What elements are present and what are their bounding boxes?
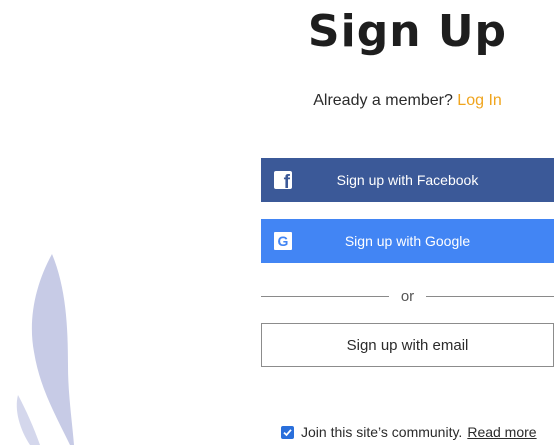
community-option: Join this site’s community. Read more — [281, 424, 537, 440]
signup-page: Sign Up Already a member? Log In f Sign … — [0, 0, 554, 445]
facebook-signup-button[interactable]: f Sign up with Facebook — [261, 158, 554, 202]
member-prompt-text: Already a member? — [313, 92, 453, 109]
community-label: Join this site’s community. — [301, 424, 463, 440]
email-signup-button[interactable]: Sign up with email — [261, 323, 554, 367]
divider-line-left — [261, 295, 389, 297]
background-decoration-leaf — [31, 254, 74, 445]
login-link[interactable]: Log In — [457, 92, 501, 109]
checkmark-icon — [283, 428, 292, 436]
community-checkbox[interactable] — [281, 425, 294, 439]
facebook-icon: f — [274, 171, 292, 192]
or-divider: or — [261, 286, 554, 306]
google-signup-button[interactable]: G Sign up with Google — [261, 219, 554, 263]
google-icon: G — [274, 232, 292, 250]
facebook-signup-label: Sign up with Facebook — [336, 172, 479, 188]
divider-text: or — [400, 287, 415, 305]
divider-line-right — [426, 295, 554, 297]
page-title: Sign Up — [307, 6, 508, 57]
read-more-link[interactable]: Read more — [467, 424, 536, 440]
background-decoration — [16, 254, 74, 445]
email-signup-label: Sign up with email — [346, 336, 469, 354]
member-prompt: Already a member? Log In — [261, 92, 554, 110]
background-decoration-small-leaf — [16, 395, 40, 445]
google-signup-label: Sign up with Google — [344, 233, 471, 249]
